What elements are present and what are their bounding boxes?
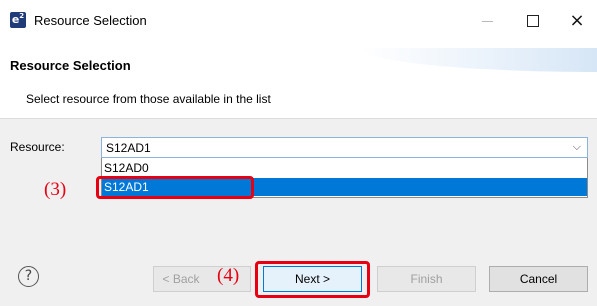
resource-selection-dialog: e2 Resource Selection × Resource Selecti… <box>0 0 597 306</box>
window-title: Resource Selection <box>34 13 147 28</box>
close-icon: × <box>569 10 585 31</box>
dropdown-arrow-icon[interactable]: ⌵ <box>573 140 581 154</box>
help-icon[interactable]: ? <box>18 266 39 287</box>
resource-option[interactable]: S12AD0 <box>102 159 587 177</box>
close-button[interactable]: × <box>560 8 594 34</box>
highlight-box-next <box>255 261 370 298</box>
resource-selected-value: S12AD1 <box>106 141 151 155</box>
maximize-button[interactable] <box>516 8 550 34</box>
minimize-icon <box>481 20 493 22</box>
step-4-annotation: (4) <box>217 265 240 286</box>
resource-label: Resource: <box>10 140 65 154</box>
minimize-button[interactable] <box>470 8 504 34</box>
cancel-button[interactable]: Cancel <box>489 266 588 292</box>
title-bar: e2 Resource Selection × <box>0 0 597 42</box>
maximize-icon <box>527 15 539 27</box>
page-title: Resource Selection <box>10 58 131 73</box>
highlight-box-option <box>96 176 254 199</box>
step-3-annotation: (3) <box>44 179 67 200</box>
app-icon: e2 <box>10 12 26 28</box>
resource-combobox[interactable]: S12AD1 ⌵ <box>101 137 588 158</box>
finish-button[interactable]: Finish <box>377 266 476 292</box>
page-description: Select resource from those available in … <box>26 92 271 106</box>
